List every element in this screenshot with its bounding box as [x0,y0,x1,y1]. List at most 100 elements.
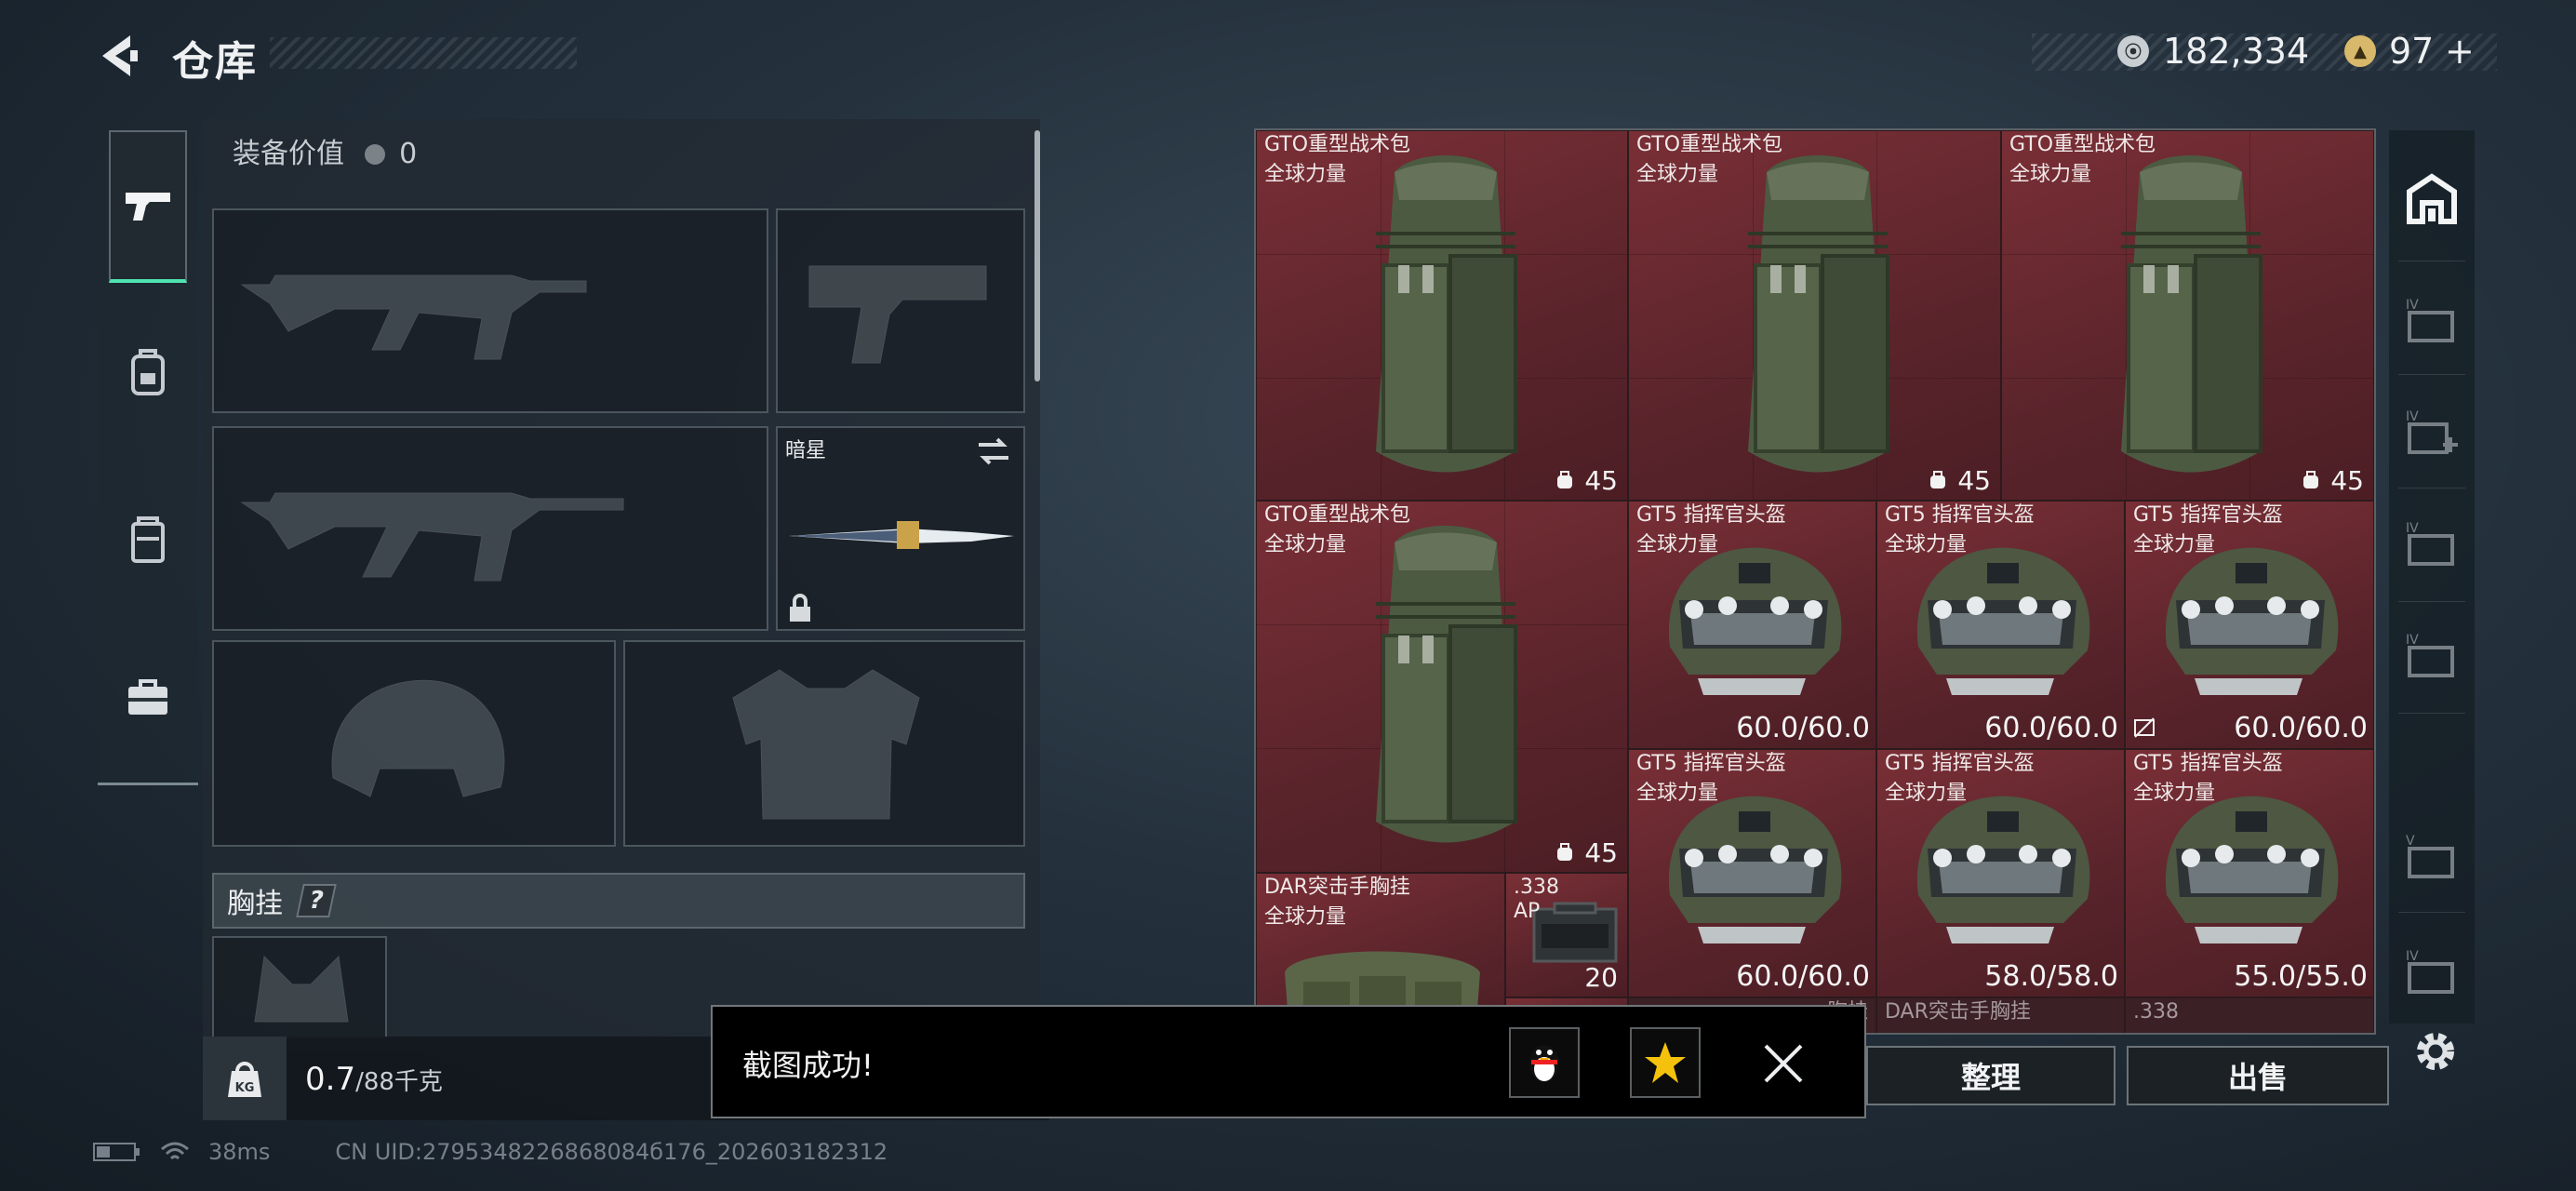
category-tabs [98,119,198,785]
close-icon [1764,1044,1803,1083]
item-durability: 60.0/60.0 [1736,960,1870,993]
inventory-item[interactable]: GTO重型战术包 全球力量 45 [1256,501,1628,873]
equipment-scrollbar[interactable] [1034,130,1040,381]
share-qzone-button[interactable] [1630,1027,1701,1098]
tab-backpack[interactable] [109,296,187,448]
inventory-item[interactable]: GTO重型战术包 全球力量 45 [1256,130,1628,501]
container-iv-button-4[interactable]: IV [2400,940,2463,1003]
container-iv-button-3[interactable]: IV [2400,623,2463,687]
container-v-button[interactable]: V [2400,824,2463,888]
status-bar: 38ms CN UID:2795348226868084б176_2026031… [93,1139,888,1165]
container-iv-add-button[interactable]: IV [2400,400,2463,463]
svg-text:IV: IV [2406,521,2419,536]
item-faction: 全球力量 [2133,782,2216,805]
item-name: .338 [1514,876,1559,899]
secondary-weapon-slot[interactable] [212,426,768,631]
equipment-value-label: 装备价值 [233,138,344,170]
star-icon [1645,1042,1686,1083]
item-durability: 60.0/60.0 [2234,712,2368,744]
close-toast-button[interactable] [1760,1040,1807,1087]
helmet-icon [2165,547,2339,695]
inventory-item[interactable]: GTO重型战术包 全球力量 45 [1628,130,2001,501]
backpack-icon [1748,155,1889,473]
item-faction: 全球力量 [1264,163,1347,186]
tab-vest[interactable] [109,463,187,616]
helmet-slot[interactable] [212,640,616,847]
backpack-icon [1376,155,1517,473]
inventory-item[interactable]: GT5 指挥官头盔 全球力量 58.0/58.0 [1876,749,2125,997]
weight-icon-box: KG [203,1037,287,1120]
container-add-icon: IV [2406,409,2458,454]
item-capacity: 45 [1584,465,1618,496]
weight-readout: 0.7/88千克 [305,1061,443,1098]
share-qq-button[interactable] [1509,1027,1580,1098]
armor-slot[interactable] [623,640,1025,847]
inventory-item[interactable]: GT5 指挥官头盔 全球力量 60.0/60.0 [1876,501,2125,749]
inventory-item[interactable]: GT5 指挥官头盔 全球力量 60.0/60.0 [1628,501,1876,749]
item-ammo-type: AP [1514,900,1541,923]
item-name: GT5 指挥官头盔 [2133,752,2283,775]
armor-placeholder-icon [732,669,920,820]
svg-text:V: V [2406,834,2415,849]
container-iv-button-2[interactable]: IV [2400,512,2463,575]
inventory-grid: GTO重型战术包 全球力量 45 GTO重型战术包 全球力量 45 GTO重型战… [1254,128,2376,1035]
title-stripe [270,37,577,69]
item-faction: 全球力量 [1264,533,1347,556]
sort-button[interactable]: 整理 [1866,1046,2116,1105]
item-durability: 60.0/60.0 [1736,712,1870,744]
item-name: GT5 指挥官头盔 [1636,752,1786,775]
help-button[interactable]: ? [296,884,337,917]
item-faction: 全球力量 [1636,163,1719,186]
no-insure-icon [2134,717,2155,738]
weight-icon: KG [228,1062,261,1097]
item-name: GTO重型战术包 [1264,133,1411,156]
tab-weapons[interactable] [109,130,187,283]
item-name: GTO重型战术包 [1636,133,1783,156]
medkit-icon [128,679,167,715]
back-button[interactable] [93,28,149,84]
item-name: GT5 指挥官头盔 [1885,503,2035,527]
inventory-item[interactable]: GT5 指挥官头盔 全球力量 60.0/60.0 [1628,749,1876,997]
kg-label: KG [235,1081,255,1095]
warehouse-button[interactable] [2400,167,2463,231]
tab-supplies[interactable] [109,622,187,774]
sell-button[interactable]: 出售 [2127,1046,2389,1105]
backpack-capacity-icon [1930,471,1945,488]
toast-message: 截图成功! [742,1048,874,1083]
primary-weapon-slot[interactable] [212,208,768,413]
item-durability: 60.0/60.0 [1984,712,2118,744]
container-iv-button-1[interactable]: IV [2400,288,2463,352]
rifle-placeholder-icon [240,492,624,582]
add-ticket-button[interactable]: + [2445,31,2475,72]
svg-text:IV: IV [2406,949,2419,964]
inventory-item[interactable]: GT5 指挥官头盔 全球力量 60.0/60.0 [2125,501,2374,749]
penguin-icon [1529,1045,1559,1082]
backpack-capacity-icon [2303,471,2318,488]
equipment-panel: 装备价值 0 暗星 胸挂 ? [203,119,1040,1050]
container-icon: V [2406,834,2454,878]
item-name: GT5 指挥官头盔 [1885,752,2035,775]
inventory-item[interactable]: .338 AP 20 [1505,873,1628,997]
backpack-icon [1376,526,1517,843]
inventory-item[interactable]: GT5 指挥官头盔 全球力量 55.0/55.0 [2125,749,2374,997]
svg-text:IV: IV [2406,409,2419,424]
item-durability: 55.0/55.0 [2234,960,2368,993]
inventory-item[interactable]: GTO重型战术包 全球力量 45 [2001,130,2374,501]
svg-text:IV: IV [2406,298,2419,313]
container-icon: IV [2406,633,2454,677]
item-faction: 全球力量 [1636,782,1719,805]
sidearm-slot[interactable] [776,208,1025,413]
settings-button[interactable] [2409,1025,2462,1077]
inventory-item[interactable]: .338 [2125,997,2374,1033]
item-name: GTO重型战术包 [1264,503,1411,527]
melee-slot[interactable]: 暗星 [776,426,1025,631]
helmet-icon [1916,547,2090,695]
chest-rig-slot[interactable] [212,936,387,1038]
chest-rig-header: 胸挂 ? [212,873,1025,929]
pistol-icon [126,193,170,221]
inventory-item[interactable]: DAR突击手胸挂 [1876,997,2125,1033]
chest-rig-label: 胸挂 [227,888,283,920]
ticket-icon: ▲ [2344,35,2376,67]
knife-icon [789,521,1014,549]
item-faction: 全球力量 [2133,533,2216,556]
